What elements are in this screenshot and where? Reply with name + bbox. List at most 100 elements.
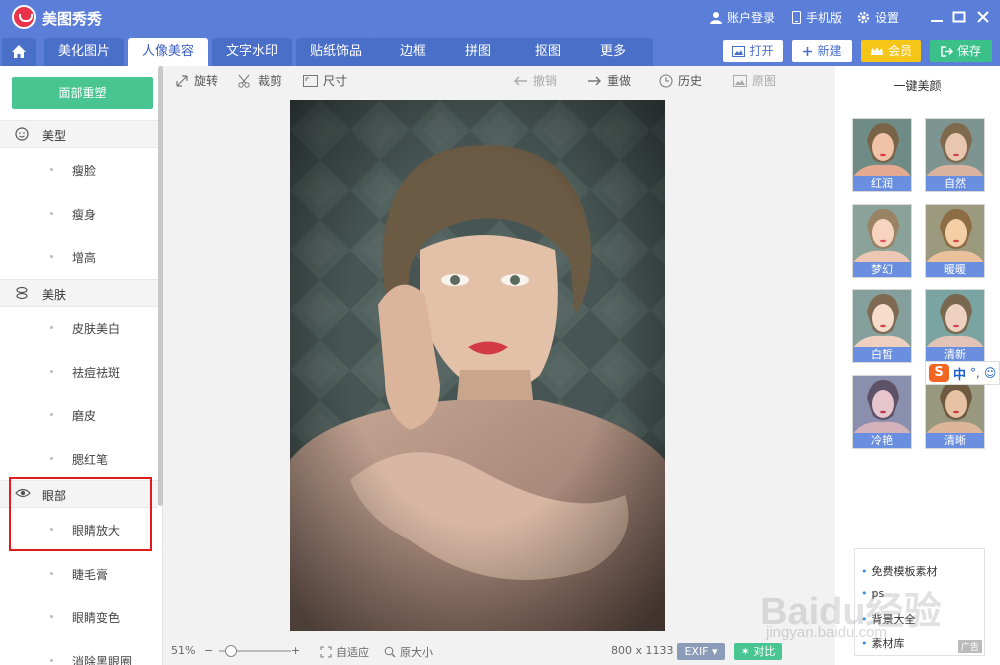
emoji-icon[interactable]: ☺ <box>984 366 997 380</box>
tool-smoothing[interactable]: 磨皮 <box>0 403 158 427</box>
home-tab[interactable] <box>2 38 36 66</box>
open-button[interactable]: 打开 <box>723 40 783 62</box>
portrait-photo[interactable] <box>290 100 665 631</box>
rotate-icon <box>176 74 188 87</box>
compare-button[interactable]: ✶ 对比 <box>734 643 782 660</box>
tab-collage[interactable]: 拼图 <box>438 38 518 66</box>
image-icon <box>732 45 746 57</box>
redo-button[interactable]: 重做 <box>587 72 631 89</box>
crop-label: 裁剪 <box>258 74 283 88</box>
phone-icon <box>792 11 801 24</box>
history-button[interactable]: 历史 <box>659 72 702 89</box>
image-icon <box>733 74 747 87</box>
tool-skin-whitening[interactable]: 皮肤美白 <box>0 316 158 340</box>
preset-natural[interactable]: 自然 <box>925 118 985 192</box>
ad-link-templates[interactable]: 免费模板素材 <box>861 563 938 579</box>
tab-more[interactable]: 更多 <box>573 38 653 66</box>
face-icon <box>15 127 29 141</box>
section-shape[interactable]: 美型 <box>0 120 158 148</box>
zoom-level: 51% <box>171 644 196 657</box>
preset-label: 红润 <box>853 176 911 191</box>
preset-cool[interactable]: 冷艳 <box>852 375 912 449</box>
tab-beautify[interactable]: 美化图片 <box>44 38 124 66</box>
bullet <box>50 212 53 215</box>
zoom-out-icon[interactable]: − <box>204 644 213 657</box>
gear-icon <box>857 11 870 24</box>
bullet <box>50 572 53 575</box>
tool-mascara[interactable]: 睫毛膏 <box>0 562 158 586</box>
tool-dark-circle-removal[interactable]: 消除黑眼圈 <box>0 649 158 665</box>
close-icon[interactable] <box>974 8 992 26</box>
tab-portrait[interactable]: 人像美容 <box>128 38 208 66</box>
tool-label: 瘦身 <box>72 208 97 222</box>
panel-title: 一键美颜 <box>893 79 942 93</box>
crown-icon <box>870 46 883 55</box>
scissors-icon <box>238 74 250 88</box>
zoom-in-icon[interactable]: + <box>291 644 300 657</box>
preset-thumbnail <box>853 376 911 434</box>
undo-button[interactable]: 撤销 <box>513 72 557 89</box>
tool-label: 腮红笔 <box>72 453 109 467</box>
tool-acne-removal[interactable]: 祛痘祛斑 <box>0 360 158 384</box>
maximize-icon[interactable] <box>950 8 968 26</box>
settings-link[interactable]: 设置 <box>857 9 899 26</box>
zoom-slider-knob[interactable] <box>225 645 237 657</box>
new-button[interactable]: 新建 <box>792 40 852 62</box>
rotate-button[interactable]: 旋转 <box>175 72 218 89</box>
ad-tag: 广告 <box>957 640 982 653</box>
actual-size-button[interactable]: 原大小 <box>384 644 433 660</box>
compare-label: 对比 <box>753 645 776 658</box>
tool-label: 眼睛变色 <box>72 611 121 625</box>
tool-label: 增高 <box>72 251 97 265</box>
mobile-version-link[interactable]: 手机版 <box>792 9 842 26</box>
ime-toolbar[interactable]: S 中 °, ☺ <box>925 361 1000 385</box>
preset-clear[interactable]: 清晰 <box>925 375 985 449</box>
tool-blush-pen[interactable]: 腮红笔 <box>0 447 158 471</box>
history-label: 历史 <box>678 74 703 88</box>
skin-icon <box>16 286 28 300</box>
preset-thumbnail <box>926 119 984 177</box>
preset-warm[interactable]: 暖暖 <box>925 204 985 278</box>
status-bar: 51% − + 自适应 原大小 800 x 1133 EXIF ▾ ✶ 对比 <box>163 636 835 665</box>
exif-button[interactable]: EXIF ▾ <box>677 643 725 660</box>
size-button[interactable]: 尺寸 <box>303 72 347 89</box>
redo-arrow-icon <box>588 76 601 85</box>
save-button[interactable]: 保存 <box>930 40 992 62</box>
punctuation-icon[interactable]: °, <box>970 366 980 380</box>
crop-button[interactable]: 裁剪 <box>238 72 282 89</box>
preset-rosy[interactable]: 红润 <box>852 118 912 192</box>
tool-eye-color[interactable]: 眼睛变色 <box>0 605 158 629</box>
save-label: 保存 <box>956 44 981 58</box>
ime-language[interactable]: 中 <box>953 364 966 383</box>
original-button[interactable]: 原图 <box>733 72 776 89</box>
resize-icon <box>303 74 318 87</box>
tab-text-watermark[interactable]: 文字水印 <box>212 38 292 66</box>
preset-dreamy[interactable]: 梦幻 <box>852 204 912 278</box>
tab-stickers[interactable]: 贴纸饰品 <box>296 38 376 66</box>
tool-slim-face[interactable]: 瘦脸 <box>0 158 158 182</box>
preset-thumbnail <box>853 205 911 263</box>
bullet <box>50 370 53 373</box>
account-login-link[interactable]: 账户登录 <box>710 9 775 26</box>
section-skin[interactable]: 美肤 <box>0 279 158 307</box>
user-icon <box>710 12 722 24</box>
minimize-icon[interactable] <box>928 8 946 26</box>
baidu-watermark-url: jingyan.baidu.com <box>766 624 887 641</box>
face-reshape-button[interactable]: 面部重塑 <box>12 77 153 109</box>
mobile-version-label: 手机版 <box>806 11 843 25</box>
editing-canvas[interactable] <box>163 94 835 636</box>
preset-label: 清晰 <box>926 433 984 448</box>
preset-fresh[interactable]: 清新 <box>925 289 985 363</box>
plus-icon <box>803 46 813 56</box>
sogou-logo-icon: S <box>929 364 949 382</box>
bullet <box>50 457 53 460</box>
tool-slim-body[interactable]: 瘦身 <box>0 202 158 226</box>
preset-label: 自然 <box>926 176 984 191</box>
fit-button[interactable]: 自适应 <box>320 644 369 660</box>
redo-label: 重做 <box>607 74 632 88</box>
preset-thumbnail <box>926 205 984 263</box>
preset-fair[interactable]: 白皙 <box>852 289 912 363</box>
app-logo-icon <box>12 5 36 29</box>
tool-heighten[interactable]: 增高 <box>0 245 158 269</box>
vip-button[interactable]: 会员 <box>861 40 921 62</box>
